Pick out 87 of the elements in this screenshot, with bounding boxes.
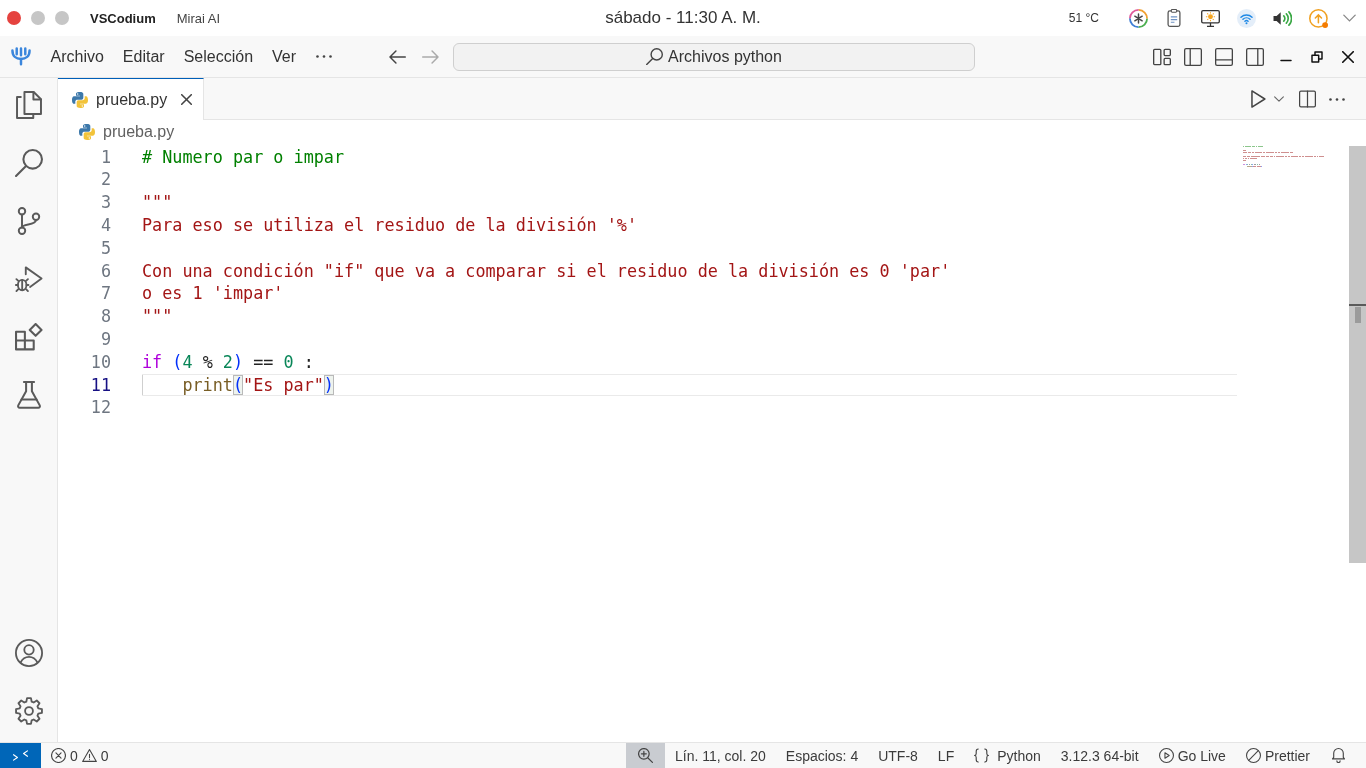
- status-item[interactable]: Espacios: 4: [775, 743, 869, 768]
- panel-bottom-icon[interactable]: [1214, 47, 1233, 66]
- breadcrumb-item[interactable]: prueba.py: [79, 123, 175, 141]
- minimize-icon[interactable]: [1279, 59, 1292, 62]
- files-icon[interactable]: [14, 91, 43, 119]
- line-number: 9: [99, 327, 111, 351]
- cursor-position-marker: [1349, 304, 1366, 323]
- status-item[interactable]: Lín. 11, col. 20: [665, 743, 776, 768]
- search-icon: [646, 48, 664, 65]
- code-line: if (4 % 2) == 0 :: [142, 351, 314, 373]
- remote-button[interactable]: [0, 743, 41, 768]
- run-debug-icon[interactable]: [14, 265, 43, 293]
- menu-item[interactable]: Ver: [262, 42, 306, 71]
- line-number: 3: [99, 191, 111, 214]
- line-number: 6: [99, 259, 111, 283]
- zoom-button[interactable]: [626, 743, 665, 768]
- status-item[interactable]: UTF-8: [868, 743, 928, 768]
- line-number: 11: [89, 373, 111, 397]
- menu-item[interactable]: Editar: [113, 42, 175, 71]
- zoom-in-icon: [638, 748, 653, 763]
- maximize-dot-icon[interactable]: [55, 11, 69, 25]
- command-center[interactable]: Archivos python: [453, 42, 975, 71]
- line-number: 1: [99, 145, 111, 169]
- run-icon[interactable]: [1249, 90, 1267, 108]
- clock: sábado - 11:30 A. M.: [605, 8, 761, 28]
- braces-icon: [974, 748, 990, 763]
- search-icon[interactable]: [14, 149, 43, 177]
- up-arrow-circle-icon[interactable]: [1308, 8, 1328, 28]
- line-number: 10: [89, 350, 111, 374]
- sidebar-left-icon[interactable]: [1183, 47, 1202, 66]
- wifi-icon[interactable]: [1236, 8, 1256, 28]
- code-line: print("Es par"): [182, 374, 334, 396]
- extensions-icon[interactable]: [14, 323, 43, 351]
- code-line: Con una condición "if" que va a comparar si el residuo de la división es 0 'par': [142, 260, 951, 282]
- more-icon[interactable]: [1329, 97, 1345, 101]
- more-icon[interactable]: [315, 55, 332, 58]
- warning-icon: [81, 748, 97, 763]
- error-icon: [51, 748, 66, 763]
- python-file-icon: [79, 124, 95, 140]
- code-line: """: [142, 306, 173, 327]
- status-item[interactable]: LF: [927, 743, 965, 768]
- menu-item[interactable]: Archivo: [41, 42, 114, 71]
- bell-icon[interactable]: [1331, 748, 1346, 763]
- close-icon[interactable]: [1341, 50, 1354, 63]
- line-number: 5: [99, 236, 111, 260]
- status-item[interactable]: Python: [964, 743, 1051, 768]
- status-item[interactable]: Go Live: [1148, 743, 1236, 768]
- play-circle-icon: [1158, 748, 1174, 763]
- line-number: 7: [99, 282, 111, 306]
- remote-icon: [13, 750, 28, 761]
- sidebar-right-icon[interactable]: [1245, 47, 1264, 66]
- slash-circle-icon: [1245, 748, 1261, 763]
- close-dot-icon[interactable]: [7, 11, 21, 25]
- code-line: """: [142, 192, 173, 213]
- clipboard-icon[interactable]: [1167, 9, 1181, 27]
- app-name: VSCodium: [90, 10, 156, 26]
- problems-button[interactable]: 0 0: [41, 743, 119, 768]
- chevron-down-icon[interactable]: [1274, 96, 1284, 102]
- volume-icon[interactable]: [1272, 8, 1292, 28]
- code-line: # Numero par o impar: [142, 146, 345, 168]
- code-line: o es 1 'impar': [142, 283, 284, 305]
- chevron-down-icon[interactable]: [1342, 14, 1356, 22]
- app-logo-icon: [10, 47, 31, 66]
- back-arrow-icon[interactable]: [388, 49, 406, 64]
- editor-tab[interactable]: prueba.py: [58, 78, 205, 120]
- window-title: Mirai AI: [176, 10, 221, 26]
- status-item[interactable]: 3.12.3 64-bit: [1050, 743, 1149, 768]
- menu-item[interactable]: Selección: [174, 42, 263, 71]
- python-file-icon: [72, 91, 88, 108]
- temperature-reading: 51 °C: [1068, 11, 1099, 25]
- split-editor-icon[interactable]: [1298, 90, 1316, 108]
- line-number: 2: [99, 168, 111, 192]
- line-number: 4: [99, 214, 111, 237]
- code-line: Para eso se utiliza el residuo de la división '%': [142, 215, 638, 236]
- account-icon[interactable]: [14, 639, 43, 667]
- monitor-sun-icon[interactable]: [1200, 8, 1220, 28]
- close-icon[interactable]: [181, 94, 193, 105]
- restore-icon[interactable]: [1310, 50, 1323, 63]
- layout-customize-icon[interactable]: [1152, 47, 1171, 66]
- status-item[interactable]: Prettier: [1235, 743, 1320, 768]
- settings-icon[interactable]: [14, 697, 43, 725]
- line-number: 8: [99, 305, 111, 328]
- ring-logo-icon[interactable]: [1128, 8, 1148, 28]
- minimize-dot-icon[interactable]: [31, 11, 45, 25]
- flask-icon[interactable]: [14, 381, 43, 409]
- scrollbar-thumb[interactable]: [1349, 146, 1366, 563]
- line-number: 12: [89, 396, 111, 420]
